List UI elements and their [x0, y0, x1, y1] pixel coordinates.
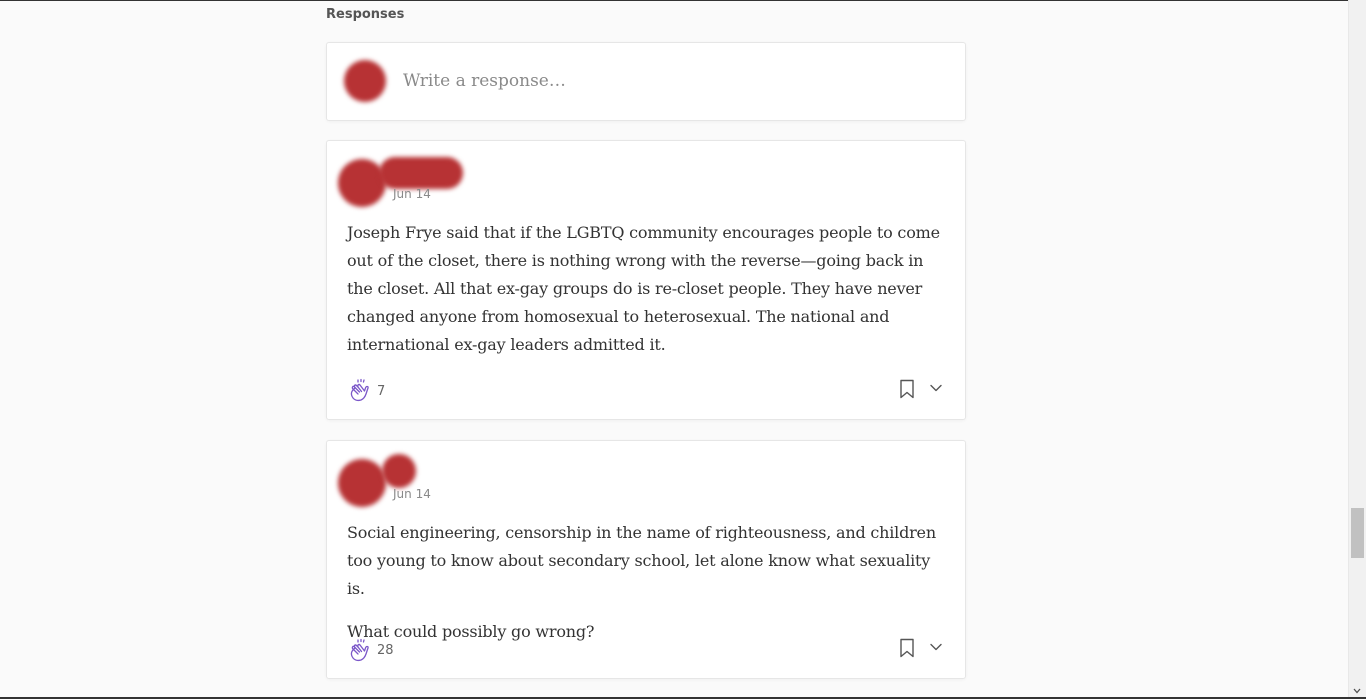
bookmark-icon[interactable]: [899, 379, 915, 399]
response-card: Jun 14 Joseph Frye said that if the LGBT…: [326, 140, 966, 420]
response-paragraph: Social engineering, censorship in the na…: [347, 523, 936, 598]
scrollbar-thumb[interactable]: [1351, 508, 1364, 558]
clap-count: 7: [377, 384, 386, 399]
clap-icon[interactable]: [347, 377, 373, 403]
response-body[interactable]: Social engineering, censorship in the na…: [347, 519, 947, 646]
response-paragraph: Joseph Frye said that if the LGBTQ commu…: [347, 223, 940, 354]
vertical-scrollbar[interactable]: [1348, 0, 1366, 699]
compose-response-box[interactable]: Write a response…: [326, 42, 966, 121]
author-name-redacted[interactable]: [379, 157, 463, 189]
scroll-down-arrow-icon[interactable]: [1353, 688, 1361, 694]
clap-icon[interactable]: [347, 637, 373, 663]
avatar[interactable]: [338, 159, 386, 207]
author-name-redacted[interactable]: [382, 454, 416, 488]
response-date[interactable]: Jun 14: [393, 187, 431, 201]
top-border: [0, 0, 1366, 1]
response-card: Jun 14 Social engineering, censorship in…: [326, 440, 966, 679]
responses-heading: Responses: [326, 7, 405, 22]
response-paragraph: What could possibly go wrong?: [347, 622, 595, 641]
bookmark-icon[interactable]: [899, 638, 915, 658]
response-body[interactable]: Joseph Frye said that if the LGBTQ commu…: [347, 219, 947, 359]
clap-count: 28: [377, 643, 394, 658]
chevron-down-icon[interactable]: [929, 642, 943, 652]
response-date[interactable]: Jun 14: [393, 487, 431, 501]
write-response-input[interactable]: Write a response…: [403, 71, 566, 91]
avatar[interactable]: [338, 459, 386, 507]
chevron-down-icon[interactable]: [929, 383, 943, 393]
avatar: [344, 60, 386, 102]
